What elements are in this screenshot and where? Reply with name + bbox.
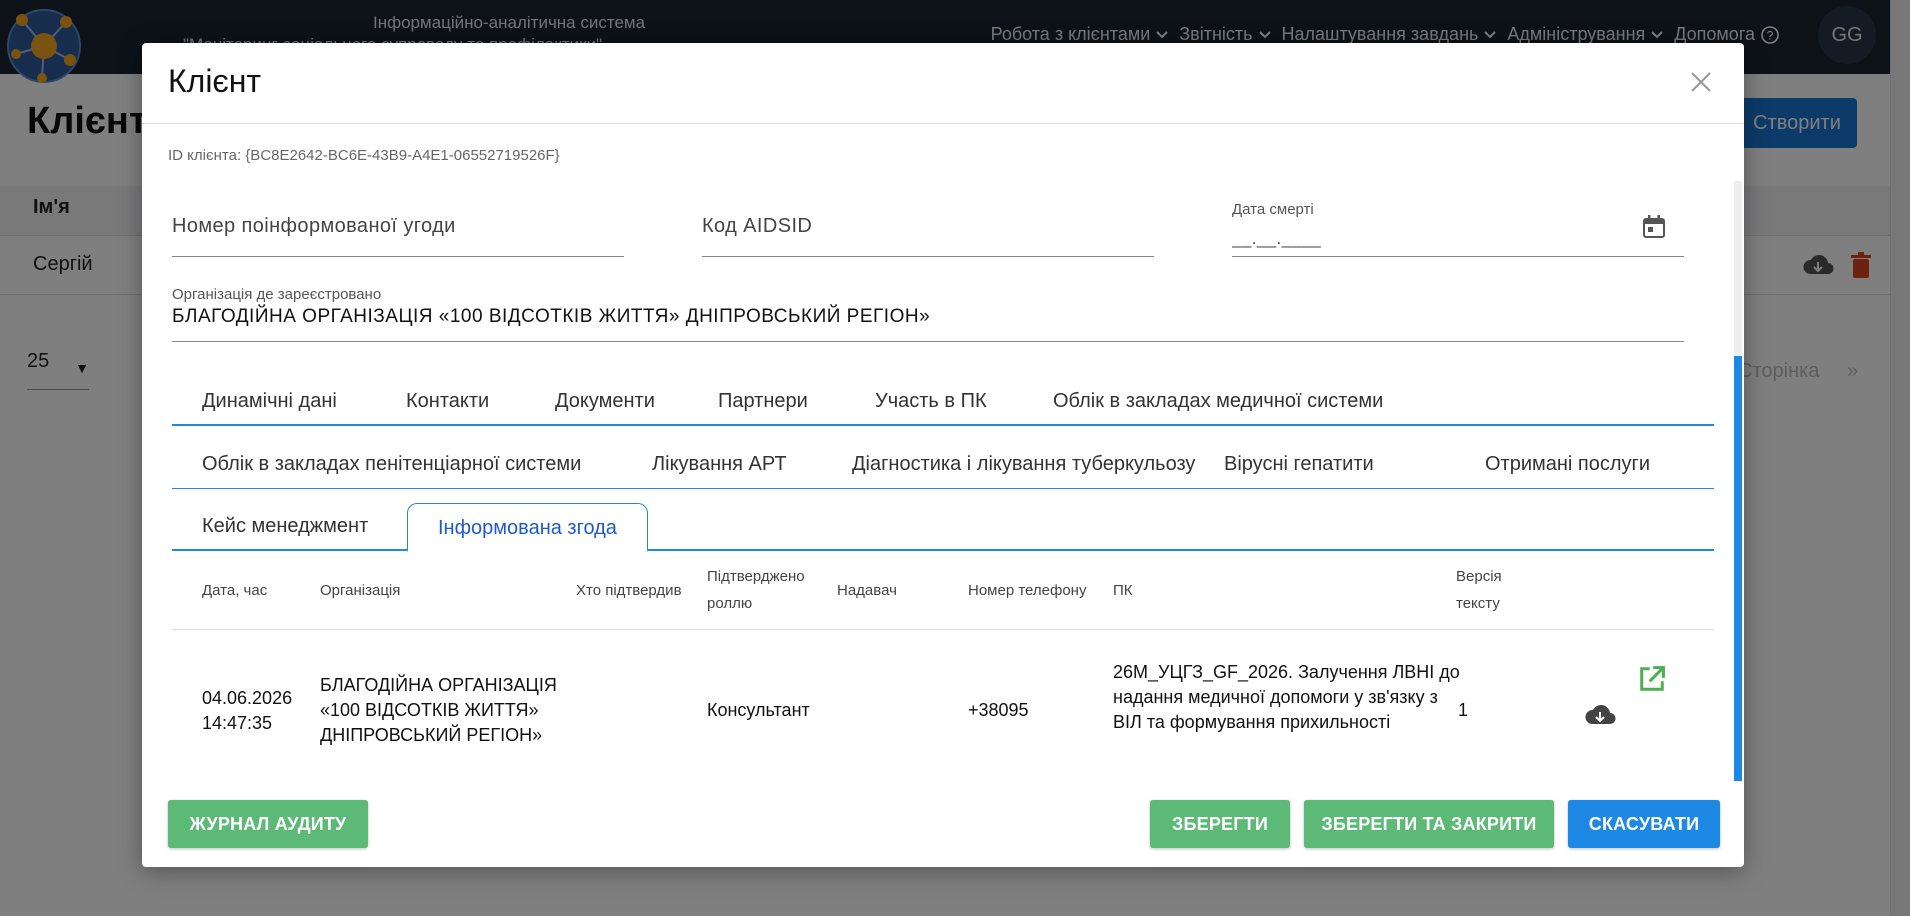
tab-medical-registration[interactable]: Облік в закладах медичної системи — [1053, 390, 1383, 413]
close-icon[interactable] — [1688, 69, 1714, 95]
modal-scrollbar[interactable] — [1734, 181, 1742, 781]
death-date-field: Дата смерті — [1232, 201, 1684, 257]
modal-header: Клієнт — [142, 43, 1744, 124]
modal-title: Клієнт — [168, 63, 262, 99]
column-header-pk: ПК — [1113, 582, 1133, 599]
tab-partners[interactable]: Партнери — [718, 390, 808, 413]
organization-field: Організація де зареєстровано БЛАГОДІЙНА … — [172, 286, 1684, 342]
tabs-row-3: Кейс менеджмент Інформована згода — [172, 503, 1714, 552]
cell-phone: +38095 — [968, 700, 1029, 720]
column-header-text-version: Версія тексту — [1456, 568, 1502, 612]
column-header-datetime: Дата, час — [202, 582, 268, 599]
table-header-divider — [172, 629, 1714, 630]
tab-dynamic-data[interactable]: Динамічні дані — [202, 390, 337, 413]
cell-datetime: 04.06.2026 14:47:35 — [202, 688, 293, 733]
save-button[interactable]: ЗБЕРЕГТИ — [1150, 800, 1290, 848]
cell-organization: БЛАГОДІЙНА ОРГАНІЗАЦІЯ «100 ВІДСОТКІВ ЖИ… — [320, 675, 557, 745]
column-header-role: Підтверджено роллю — [707, 568, 805, 612]
cell-pk: 26М_УЦГЗ_GF_2026. Залучення ЛВНІ до нада… — [1113, 662, 1460, 732]
aidsid-input[interactable] — [702, 215, 1154, 238]
calendar-icon[interactable] — [1640, 213, 1668, 241]
consent-number-field — [172, 201, 624, 257]
aidsid-field — [702, 201, 1154, 257]
cancel-button[interactable]: СКАСУВАТИ — [1568, 800, 1720, 848]
column-header-provider: Надавач — [837, 582, 897, 599]
save-and-close-button[interactable]: ЗБЕРЕГТИ ТА ЗАКРИТИ — [1304, 800, 1554, 848]
open-external-icon[interactable] — [1636, 663, 1668, 695]
tab-received-services[interactable]: Отримані послуги — [1485, 453, 1650, 476]
organization-label: Організація де зареєстровано — [172, 286, 382, 303]
tab-viral-hepatitis[interactable]: Вірусні гепатити — [1224, 453, 1374, 476]
tabs-row-2: Облік в закладах пенітенціарної системи … — [172, 441, 1714, 489]
consent-number-input[interactable] — [172, 215, 624, 238]
modal-scrollbar-thumb[interactable] — [1734, 356, 1742, 781]
column-header-phone: Номер телефону — [968, 582, 1087, 599]
cell-role: Консультант — [707, 700, 810, 720]
tab-penitentiary-registration[interactable]: Облік в закладах пенітенціарної системи — [202, 453, 581, 476]
tab-case-management[interactable]: Кейс менеджмент — [202, 515, 368, 538]
tab-contacts[interactable]: Контакти — [406, 390, 489, 413]
cell-text-version: 1 — [1458, 700, 1469, 720]
tab-art-treatment[interactable]: Лікування АРТ — [652, 453, 787, 476]
column-header-organization: Організація — [320, 582, 401, 599]
cloud-download-icon[interactable] — [1584, 700, 1616, 732]
client-id-text: ID клієнта: {BC8E2642-BC6E-43B9-A4E1-065… — [168, 147, 560, 164]
column-header-confirmed-by: Хто підтвердив — [576, 582, 682, 599]
tabs-row-1: Динамічні дані Контакти Документи Партне… — [172, 378, 1714, 426]
organization-value[interactable]: БЛАГОДІЙНА ОРГАНІЗАЦІЯ «100 ВІДСОТКІВ ЖИ… — [172, 306, 930, 328]
death-date-label: Дата смерті — [1232, 201, 1314, 218]
tab-informed-consent[interactable]: Інформована згода — [407, 503, 648, 552]
audit-log-button[interactable]: ЖУРНАЛ АУДИТУ — [168, 800, 368, 848]
tab-pk-participation[interactable]: Участь в ПК — [875, 390, 987, 413]
tab-documents[interactable]: Документи — [555, 390, 655, 413]
client-modal: Клієнт ID клієнта: {BC8E2642-BC6E-43B9-A… — [142, 43, 1744, 867]
tab-tuberculosis[interactable]: Діагностика і лікування туберкульозу — [852, 453, 1195, 476]
death-date-input[interactable] — [1232, 229, 1612, 249]
